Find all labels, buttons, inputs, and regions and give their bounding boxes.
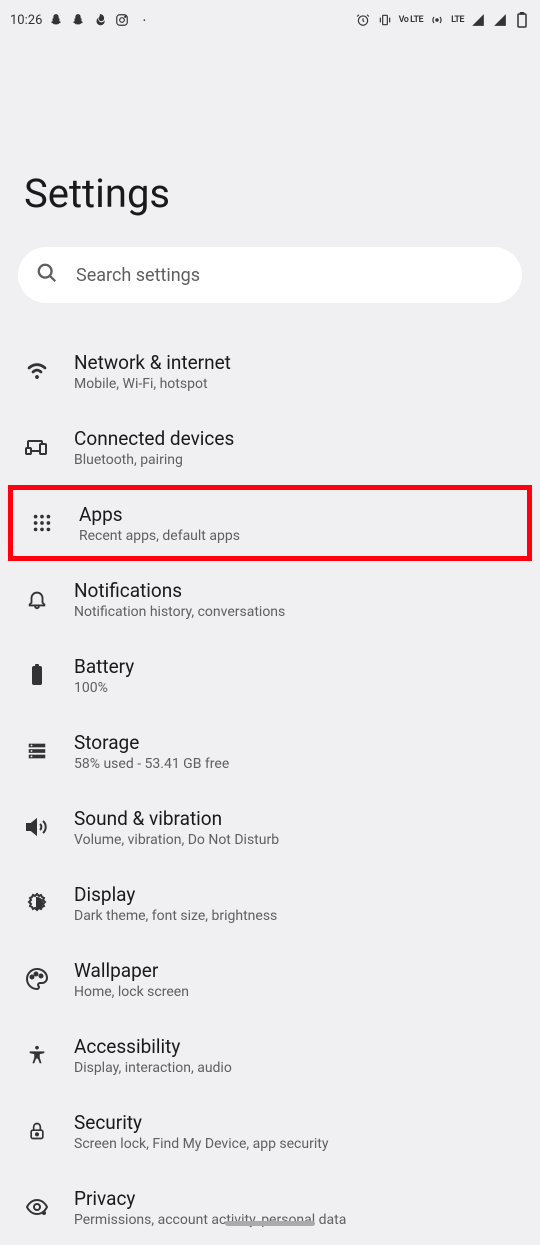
storage-icon (24, 738, 50, 764)
item-title: Wallpaper (74, 959, 189, 982)
status-bar: 10:26 • Vo LTE LTE (0, 0, 540, 40)
item-subtitle: 58% used - 53.41 GB free (74, 756, 229, 772)
item-subtitle: Recent apps, default apps (79, 528, 240, 544)
privacy-icon (24, 1194, 50, 1220)
status-time: 10:26 (10, 13, 42, 28)
volte-indicator: Vo LTE (399, 15, 423, 25)
navigation-handle[interactable] (225, 1221, 315, 1226)
item-subtitle: Notification history, conversations (74, 604, 285, 620)
item-subtitle: Dark theme, font size, brightness (74, 908, 277, 924)
sound-icon (24, 814, 50, 840)
brightness-icon (24, 890, 50, 916)
item-title: Apps (79, 503, 240, 526)
settings-item-privacy[interactable]: Privacy Permissions, account activity, p… (0, 1169, 540, 1245)
settings-item-apps[interactable]: Apps Recent apps, default apps (8, 485, 532, 561)
item-title: Display (74, 883, 277, 906)
apps-icon (29, 510, 55, 536)
page-title: Settings (0, 40, 540, 247)
lte-indicator: LTE (451, 15, 464, 25)
hotspot-icon (429, 12, 445, 28)
settings-item-battery[interactable]: Battery 100% (0, 637, 540, 713)
item-title: Accessibility (74, 1035, 232, 1058)
status-right: Vo LTE LTE (355, 12, 530, 28)
item-title: Connected devices (74, 427, 234, 450)
alarm-icon (355, 12, 371, 28)
settings-item-security[interactable]: Security Screen lock, Find My Device, ap… (0, 1093, 540, 1169)
search-input[interactable]: Search settings (18, 247, 522, 303)
item-title: Security (74, 1111, 328, 1134)
search-placeholder: Search settings (76, 265, 200, 286)
settings-item-sound[interactable]: Sound & vibration Volume, vibration, Do … (0, 789, 540, 865)
item-subtitle: Bluetooth, pairing (74, 452, 234, 468)
settings-item-notifications[interactable]: Notifications Notification history, conv… (0, 561, 540, 637)
search-icon (36, 262, 76, 288)
settings-item-accessibility[interactable]: Accessibility Display, interaction, audi… (0, 1017, 540, 1093)
item-subtitle: Display, interaction, audio (74, 1060, 232, 1076)
more-icon: • (136, 12, 152, 28)
battery-status-icon (514, 12, 530, 28)
settings-item-storage[interactable]: Storage 58% used - 53.41 GB free (0, 713, 540, 789)
signal-icon-2 (492, 12, 508, 28)
battery-icon (24, 662, 50, 688)
accessibility-icon (24, 1042, 50, 1068)
item-title: Battery (74, 655, 134, 678)
bell-icon (24, 586, 50, 612)
item-title: Storage (74, 731, 229, 754)
palette-icon (24, 966, 50, 992)
signal-icon-1 (470, 12, 486, 28)
snapchat-icon-2 (70, 12, 86, 28)
settings-item-display[interactable]: Display Dark theme, font size, brightnes… (0, 865, 540, 941)
settings-item-network[interactable]: Network & internet Mobile, Wi-Fi, hotspo… (0, 333, 540, 409)
settings-item-connected-devices[interactable]: Connected devices Bluetooth, pairing (0, 409, 540, 485)
lock-icon (24, 1118, 50, 1144)
item-subtitle: Screen lock, Find My Device, app securit… (74, 1136, 328, 1152)
snapchat-icon (48, 12, 64, 28)
item-subtitle: Mobile, Wi-Fi, hotspot (74, 376, 231, 392)
instagram-icon (114, 12, 130, 28)
item-subtitle: Volume, vibration, Do Not Disturb (74, 832, 279, 848)
settings-list: Network & internet Mobile, Wi-Fi, hotspo… (0, 333, 540, 1245)
item-subtitle: Home, lock screen (74, 984, 189, 1000)
vibrate-icon (377, 12, 393, 28)
item-title: Network & internet (74, 351, 231, 374)
devices-icon (24, 434, 50, 460)
settings-item-wallpaper[interactable]: Wallpaper Home, lock screen (0, 941, 540, 1017)
item-title: Notifications (74, 579, 285, 602)
item-title: Privacy (74, 1187, 346, 1210)
item-subtitle: 100% (74, 680, 134, 696)
wifi-icon (24, 358, 50, 384)
item-title: Sound & vibration (74, 807, 279, 830)
status-left: 10:26 • (10, 12, 152, 28)
tinder-icon (92, 12, 108, 28)
